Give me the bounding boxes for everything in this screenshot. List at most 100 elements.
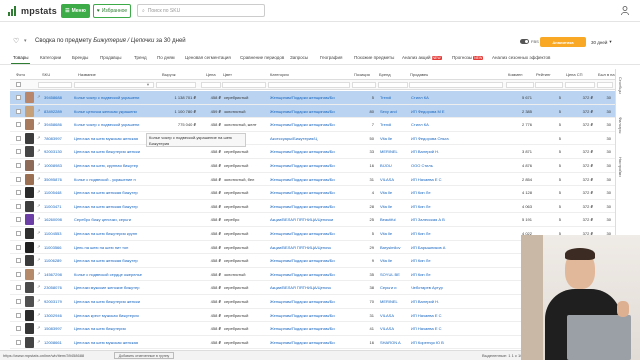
col-seller[interactable]: Продавец [410, 72, 428, 77]
table-row[interactable]: ↗ 39458688 Колье чокер с подвеской украшен… [10, 91, 615, 105]
tab-promo-analysis[interactable]: Анализ акций NEW [402, 55, 442, 60]
filter-reviews[interactable] [506, 82, 534, 88]
cell-sku[interactable]: 39458686 [44, 122, 78, 127]
cell-category[interactable]: Акции/ВЕЛАЯ ПЯТНИЦА/Цепочки [270, 217, 350, 222]
external-link-icon[interactable]: ↗ [37, 284, 40, 289]
filter-price[interactable] [201, 82, 221, 88]
cell-seller[interactable]: ИП Начаева Е С [411, 313, 501, 318]
cell-seller[interactable]: ИП Коренчук Ю В [411, 340, 501, 345]
filter-brand[interactable] [378, 82, 408, 88]
cell-brand[interactable]: Vita Ile [380, 258, 408, 263]
cell-category[interactable]: Женщинам/Подарки женщинам/Би [270, 177, 350, 182]
row-checkbox[interactable] [16, 231, 21, 236]
cell-name[interactable]: Серебро бижу цепочки, серьги [74, 217, 154, 222]
cell-category[interactable]: Женщинам/Подарки женщинам/Би [270, 122, 350, 127]
row-checkbox[interactable] [16, 339, 21, 345]
tab-trend[interactable]: Тренд [134, 55, 147, 60]
cell-sku[interactable]: 11005448 [44, 190, 78, 195]
cell-name[interactable]: Цепочка на шею женская бижутер [74, 190, 154, 195]
row-checkbox[interactable] [16, 271, 21, 277]
cell-seller[interactable]: ИП Кин Ле [411, 272, 501, 277]
product-thumbnail[interactable] [25, 173, 34, 185]
external-link-icon[interactable]: ↗ [37, 339, 40, 344]
row-checkbox[interactable] [16, 326, 21, 332]
external-link-icon[interactable]: ↗ [37, 298, 40, 303]
row-checkbox[interactable] [16, 244, 21, 250]
external-link-icon[interactable]: ↗ [37, 189, 40, 194]
add-to-group-button[interactable]: Добавить отмеченные в группу [114, 352, 174, 359]
cell-seller[interactable]: ИП Валерий Н. [411, 299, 501, 304]
period-select[interactable]: 30 дней ▾ [591, 37, 615, 47]
external-link-icon[interactable]: ↗ [37, 135, 40, 140]
table-row[interactable]: ↗ 16260098 Серебро бижу цепочки, серьги 458… [10, 213, 615, 227]
cell-seller[interactable]: Чеботарев Артур [411, 285, 501, 290]
product-thumbnail[interactable] [25, 309, 34, 321]
tab-queries[interactable]: Запросы [290, 55, 308, 60]
cell-seller[interactable]: ИП Кин Ле [411, 231, 501, 236]
product-thumbnail[interactable] [25, 228, 34, 239]
col-spp-price[interactable]: Цена СП [566, 72, 583, 77]
user-icon[interactable] [621, 6, 629, 15]
filter-rating[interactable] [535, 82, 563, 88]
product-thumbnail[interactable] [25, 187, 34, 199]
cell-category[interactable]: Женщинам/Подарки женщинам/Би [270, 149, 350, 154]
product-thumbnail[interactable] [25, 296, 34, 307]
cell-name[interactable]: Цепь на шею на шею нит тон [74, 245, 154, 250]
cell-seller[interactable]: ИП Начаева Е С [411, 177, 501, 182]
search-input[interactable]: ⌕ Поиск по SKU [137, 4, 265, 17]
cell-category[interactable]: Акции/ВЕЛАЯ ПЯТНИЦА/Цепочк [270, 245, 350, 250]
external-link-icon[interactable]: ↗ [37, 162, 40, 167]
analytics-button[interactable]: Аналитика [540, 37, 586, 47]
filter-sku[interactable] [38, 82, 72, 88]
filter-revenue[interactable] [156, 82, 196, 88]
tab-forecasts[interactable]: Прогнозы NEW [452, 55, 484, 60]
external-link-icon[interactable]: ↗ [37, 325, 40, 330]
cell-seller[interactable]: ИП Валерий Н. [411, 149, 501, 154]
cell-brand[interactable]: Beautiful [380, 217, 408, 222]
tab-by-days[interactable]: По дням [157, 55, 175, 60]
cell-brand[interactable]: SHARON A [380, 340, 408, 345]
cell-sku[interactable]: 11003471 [44, 204, 78, 209]
cell-category[interactable]: Женщинам/Подарки женщинам/Би [270, 340, 350, 345]
cell-name[interactable]: Колье чокер с подвеской украшени [74, 95, 154, 100]
cell-category[interactable]: Женщинам/Подарки женщинам/Би [270, 109, 350, 114]
row-checkbox[interactable] [16, 149, 21, 155]
cell-sku[interactable]: 83492289 [44, 109, 78, 114]
tab-price-segmentation[interactable]: Ценовая сегментация [185, 55, 231, 60]
product-thumbnail[interactable] [25, 323, 34, 335]
cell-name[interactable]: Колье с подвеской - украшение н [74, 177, 154, 182]
external-link-icon[interactable]: ↗ [37, 203, 40, 208]
cell-sku[interactable]: 11004553 [44, 231, 78, 236]
product-thumbnail[interactable] [25, 160, 34, 171]
external-link-icon[interactable]: ↗ [37, 244, 40, 249]
cell-brand[interactable]: BIJOU [380, 163, 408, 168]
cell-sku[interactable]: 16260098 [44, 217, 78, 222]
cell-brand[interactable]: Vita Ile [380, 136, 408, 141]
cell-category[interactable]: Женщинам/Подарки женщинам/Би [270, 326, 350, 331]
cell-sku[interactable]: 92003179 [44, 299, 78, 304]
cell-category[interactable]: Женщинам/Подарки женщинам/Би [270, 231, 350, 236]
cell-brand[interactable]: MERINEL [380, 149, 408, 154]
row-checkbox[interactable] [16, 190, 21, 196]
favorite-heart-icon[interactable]: ♡ [13, 37, 19, 45]
cell-name[interactable]: Цепочка на шею мужская женская [74, 340, 154, 345]
col-rating[interactable]: Рейтинг [536, 72, 551, 77]
product-thumbnail[interactable] [25, 146, 34, 158]
col-position[interactable]: Позиция [354, 72, 370, 77]
cell-sku[interactable]: 10008983 [44, 163, 78, 168]
cell-category[interactable]: Женщинам/Подарки женщинам/Би [270, 299, 350, 304]
row-checkbox[interactable] [16, 108, 21, 114]
product-thumbnail[interactable] [25, 214, 34, 226]
cell-sku[interactable]: 11006289 [44, 258, 78, 263]
menu-button[interactable]: ☰ Меню [61, 4, 90, 18]
cell-brand[interactable]: SOYUL BE [380, 272, 408, 277]
col-price[interactable]: Цена [206, 72, 216, 77]
col-name[interactable]: Название [78, 72, 96, 77]
cell-seller[interactable]: ИП Барышников А [411, 245, 501, 250]
cell-name[interactable]: Цепочка на шею бижутерия женски [74, 299, 154, 304]
chevron-down-icon[interactable]: ▾ [24, 38, 27, 44]
cell-brand[interactable]: Trendi [380, 95, 408, 100]
tab-products[interactable]: Товары [10, 55, 32, 64]
table-row[interactable]: ↗ 78083997 Цепочка на шею мужская женская А… [10, 132, 615, 146]
row-checkbox[interactable] [16, 95, 21, 100]
